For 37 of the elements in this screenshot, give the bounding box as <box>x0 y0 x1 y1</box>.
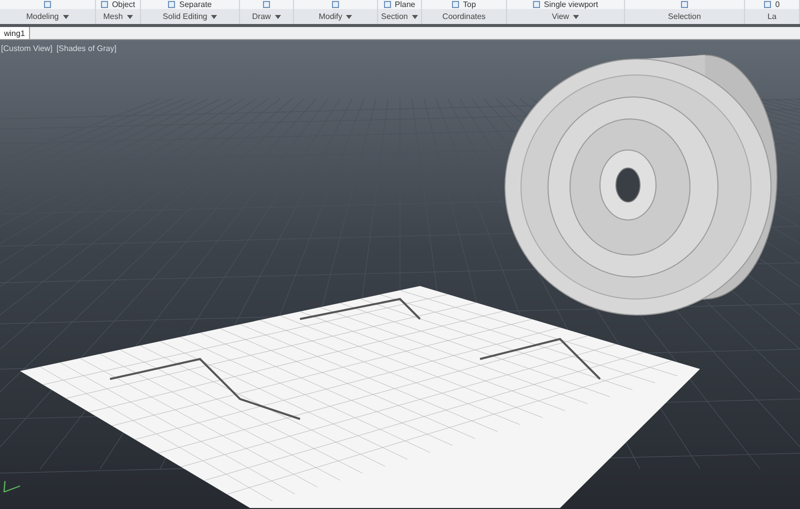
ucs-icon <box>2 480 22 494</box>
panel-title[interactable]: La <box>745 9 799 24</box>
caret-icon[interactable] <box>412 14 418 18</box>
tool-icon[interactable] <box>332 1 339 8</box>
tool-icon[interactable] <box>44 1 51 8</box>
tool-button[interactable]: 0 <box>775 0 780 9</box>
document-tab[interactable]: wing1 <box>0 27 30 39</box>
tool-icon[interactable] <box>100 1 108 8</box>
tool-button[interactable]: Top <box>463 0 476 9</box>
caret-icon[interactable] <box>346 14 352 18</box>
panel-title[interactable]: Solid Editing <box>141 9 239 24</box>
tool-button[interactable]: Object <box>112 0 136 9</box>
tool-icon[interactable] <box>452 1 460 8</box>
panel-title[interactable]: Section <box>378 9 421 24</box>
tool-icon[interactable] <box>764 1 772 8</box>
panel-title[interactable]: Coordinates <box>422 9 506 24</box>
panel-title[interactable]: View <box>507 9 624 24</box>
tool-button[interactable]: Separate <box>179 0 212 9</box>
panel-title[interactable]: Modeling <box>0 9 95 24</box>
caret-icon[interactable] <box>573 14 580 18</box>
caret-icon[interactable] <box>126 14 133 18</box>
tool-button[interactable]: Single viewport <box>544 0 598 9</box>
tool-icon[interactable] <box>532 1 540 8</box>
view-label[interactable]: [Custom View] <box>1 43 52 55</box>
tool-icon[interactable] <box>168 1 176 8</box>
tool-icon[interactable] <box>263 1 270 8</box>
tool-icon[interactable] <box>384 1 391 8</box>
panel-title[interactable]: Draw <box>240 9 293 24</box>
panel-title[interactable]: Mesh <box>96 9 140 24</box>
panel-title[interactable]: Selection <box>625 9 744 24</box>
caret-icon[interactable] <box>62 14 69 18</box>
tool-button[interactable]: Plane <box>394 0 416 9</box>
panel-title[interactable]: Modify <box>294 9 377 24</box>
tool-icon[interactable] <box>681 1 688 8</box>
visual-style-label[interactable]: [Shades of Gray] <box>56 43 116 55</box>
caret-icon[interactable] <box>274 14 281 18</box>
caret-icon[interactable] <box>211 14 218 18</box>
